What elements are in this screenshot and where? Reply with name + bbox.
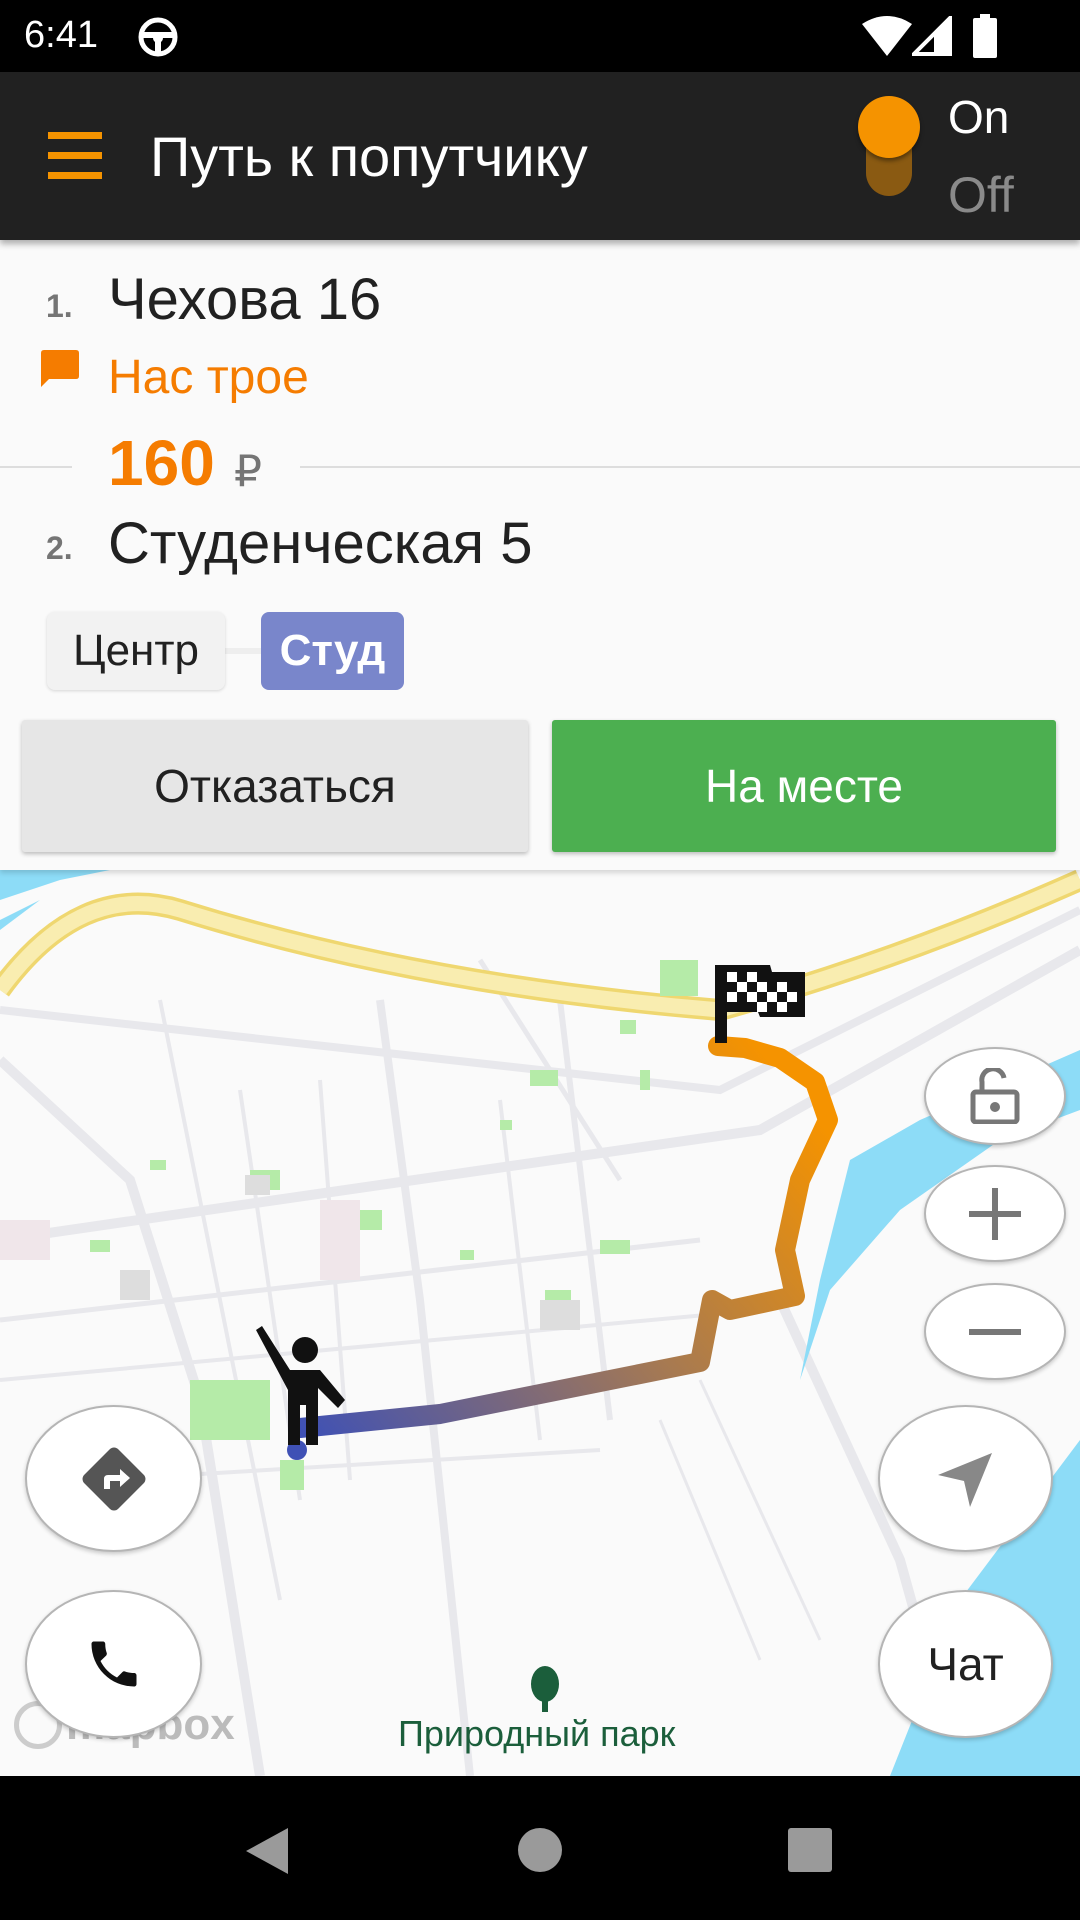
zoom-out-button[interactable] (924, 1283, 1066, 1380)
chip-stud[interactable]: Студ (261, 612, 404, 690)
wifi-icon (862, 16, 912, 56)
recents-icon[interactable] (788, 1828, 832, 1872)
zoom-in-button[interactable] (924, 1165, 1066, 1262)
system-nav-bar (0, 1776, 1080, 1920)
trip-card: 1. Чехова 16 Нас трое 160 ₽ 2. Студенчес… (0, 240, 1080, 870)
phone-icon (91, 1641, 136, 1687)
price-value: 160 (108, 427, 215, 499)
stop1-address: Чехова 16 (108, 267, 382, 332)
signal-icon (912, 16, 952, 56)
park-tree-icon (531, 1666, 559, 1712)
decline-button[interactable]: Отказаться (22, 720, 528, 852)
divider (0, 466, 72, 468)
app-bar: Путь к попутчику On Off (0, 72, 1080, 240)
toggle-thumb[interactable] (858, 96, 920, 158)
minus-icon (969, 1328, 1021, 1335)
stop2-number: 2. (46, 530, 73, 566)
plus-icon (969, 1187, 1021, 1240)
toggle-on-label: On (948, 91, 1010, 143)
status-time: 6:41 (24, 14, 98, 56)
divider (300, 466, 1080, 468)
price-currency: ₽ (234, 447, 262, 496)
stop1-number: 1. (46, 288, 73, 324)
arrived-button[interactable]: На месте (552, 720, 1056, 852)
poi-label: Природный парк (398, 1713, 676, 1754)
my-location-button[interactable] (878, 1405, 1053, 1552)
home-icon[interactable] (518, 1828, 562, 1872)
map-view[interactable]: Природный парк mapbox Чат (0, 870, 1080, 1776)
navigation-arrow-icon (937, 1452, 992, 1507)
directions-button[interactable] (25, 1405, 202, 1552)
route-line (290, 1036, 838, 1438)
lock-button[interactable] (924, 1047, 1066, 1145)
passenger-comment: Нас трое (108, 351, 309, 404)
comment-icon (41, 350, 79, 387)
battery-icon (973, 14, 997, 58)
chat-button[interactable]: Чат (878, 1590, 1053, 1738)
back-icon[interactable] (244, 1826, 290, 1876)
status-bar: 6:41 (0, 0, 1080, 72)
toggle-off-label: Off (948, 167, 1014, 223)
page-title: Путь к попутчику (150, 125, 588, 188)
steering-wheel-icon (138, 17, 178, 57)
finish-flag-icon (715, 965, 805, 1043)
stop2-address: Студенческая 5 (108, 511, 533, 576)
call-button[interactable] (25, 1590, 202, 1738)
directions-icon (82, 1447, 145, 1510)
unlock-icon (970, 1068, 1020, 1124)
menu-icon[interactable] (40, 132, 110, 182)
chip-center[interactable]: Центр (47, 612, 225, 690)
